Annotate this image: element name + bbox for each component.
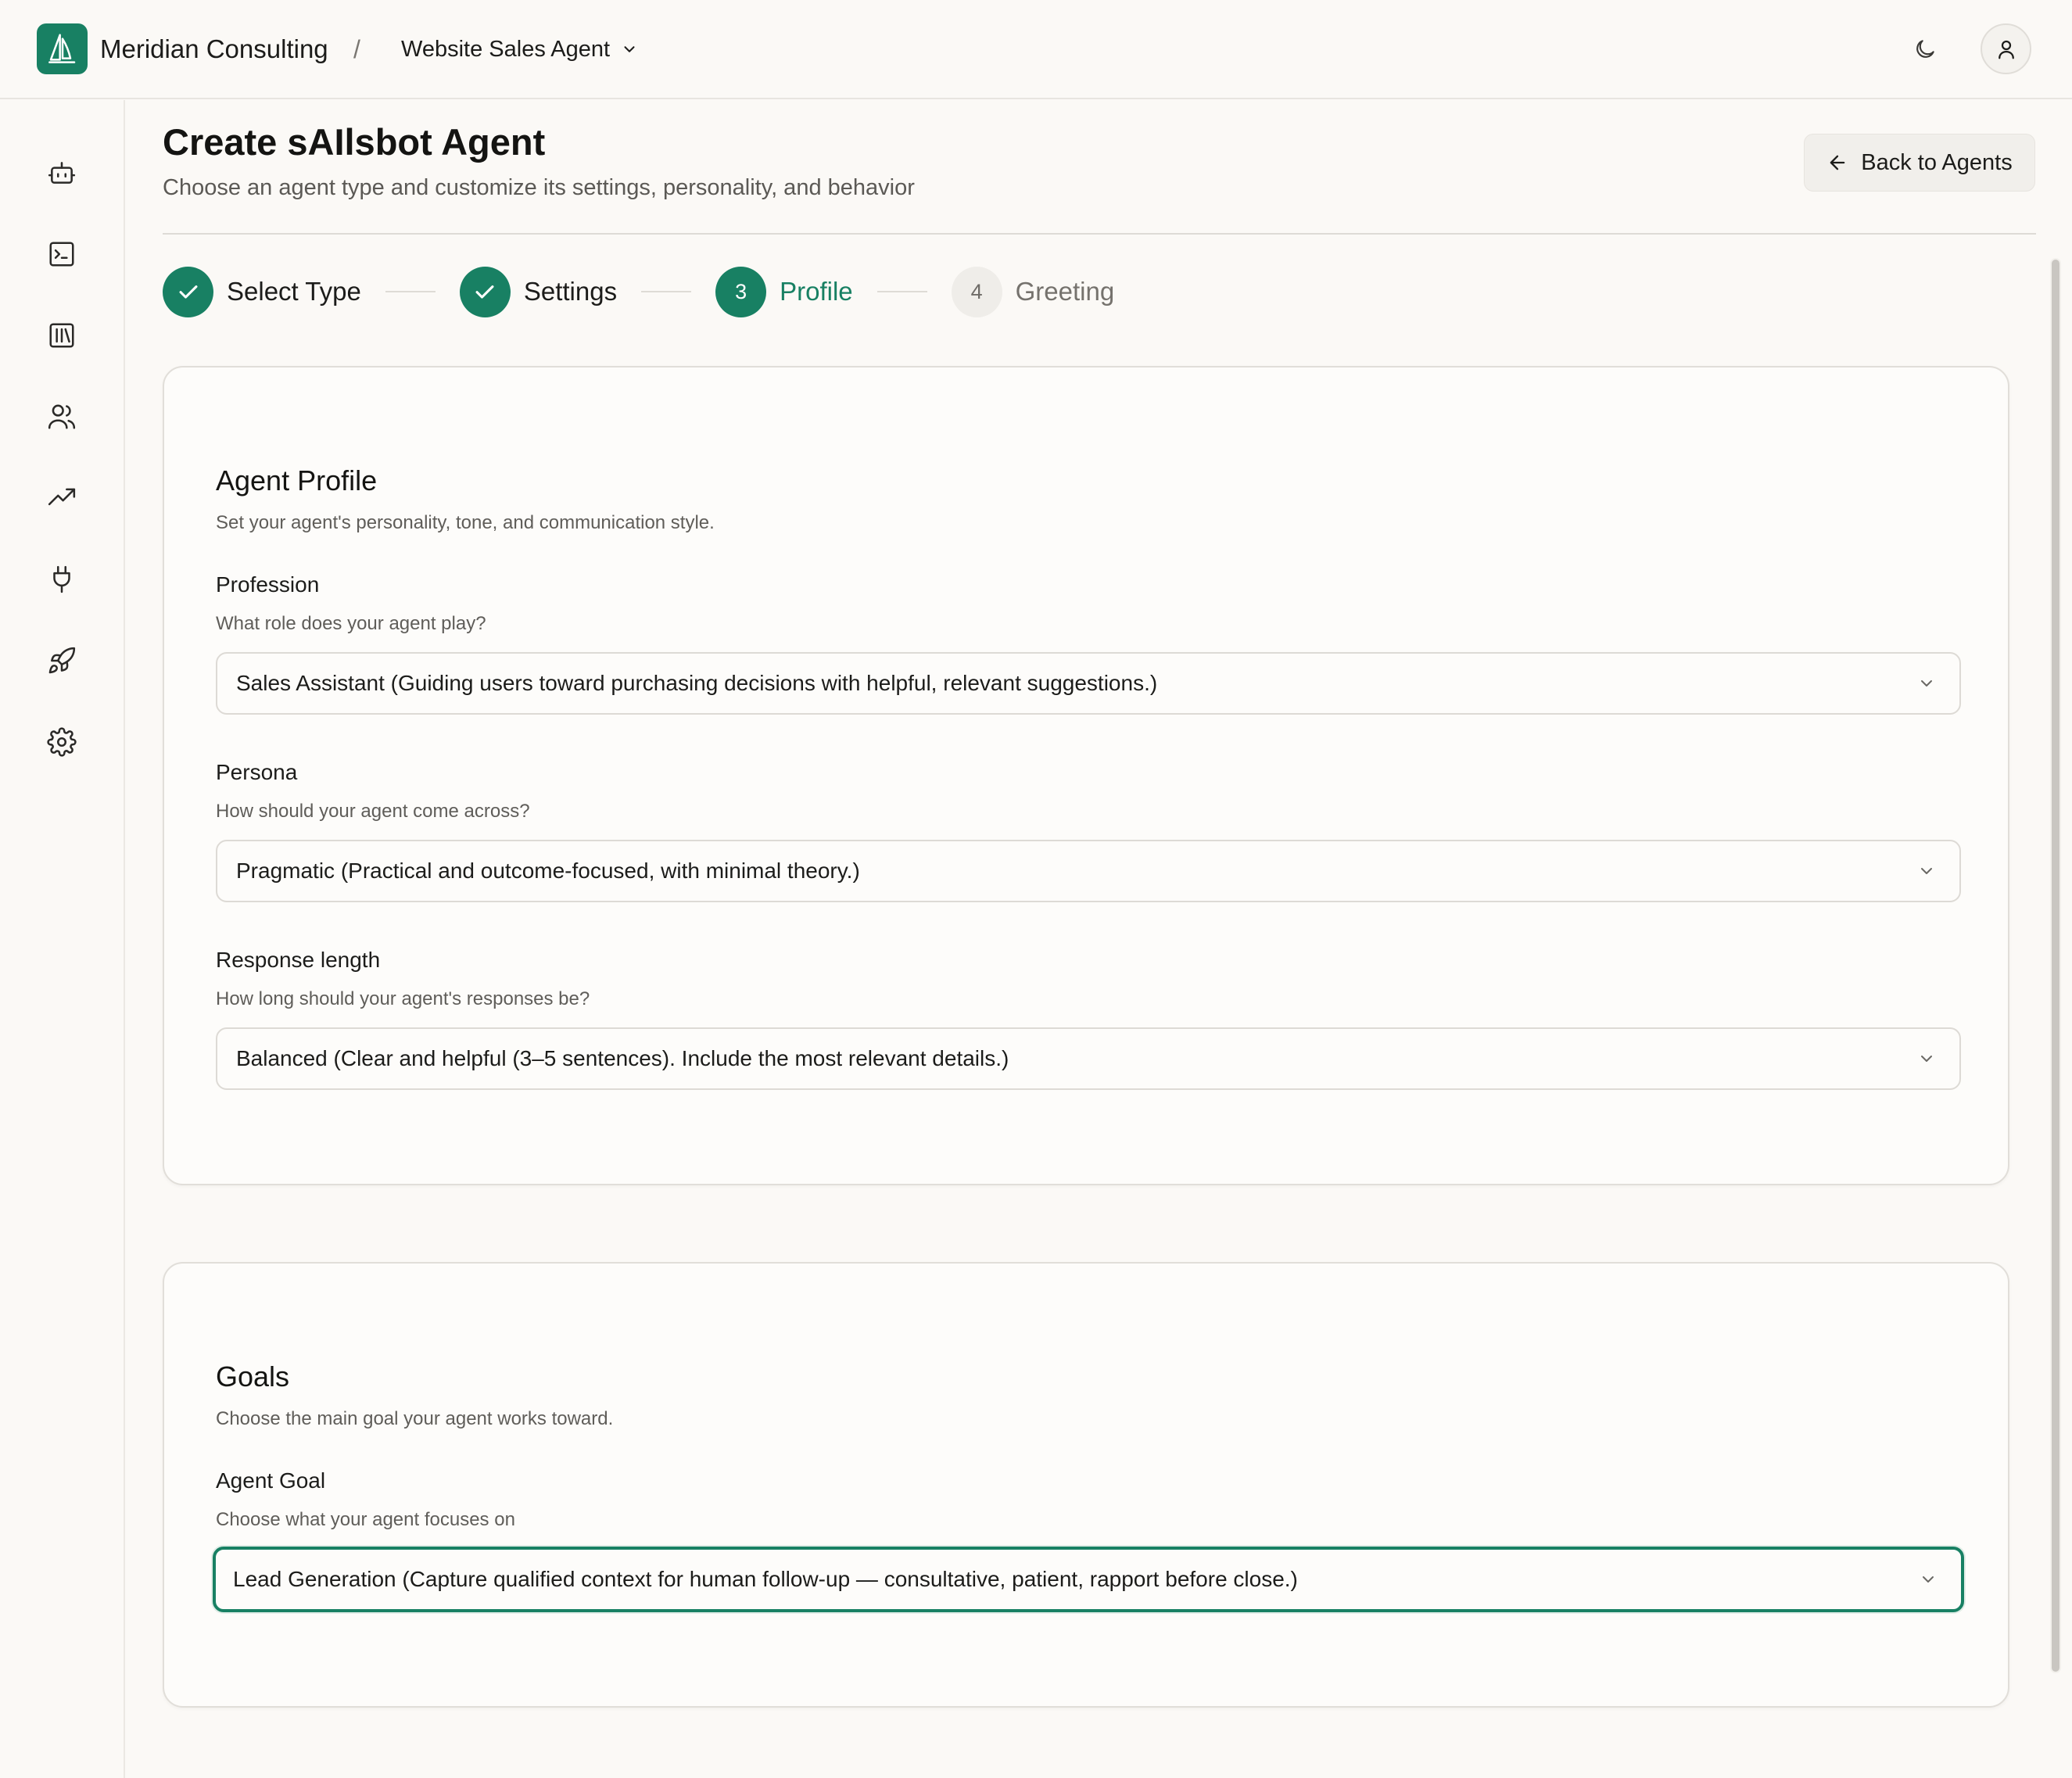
page-title: Create sAIlsbot Agent xyxy=(163,121,546,163)
agent-selector[interactable]: Website Sales Agent xyxy=(401,31,638,67)
step-1-check xyxy=(163,266,213,317)
step-2-label: Settings xyxy=(523,277,618,306)
sidebar-item-library[interactable] xyxy=(39,313,84,358)
step-4-number: 4 xyxy=(951,266,1002,317)
step-2-check xyxy=(459,266,511,317)
bot-icon xyxy=(47,158,77,188)
back-to-agents-button[interactable]: Back to Agents xyxy=(1804,134,2035,192)
agent-goal-label: Agent Goal xyxy=(216,1468,326,1493)
agent-goal-value: Lead Generation (Capture qualified conte… xyxy=(233,1567,1298,1591)
profession-value: Sales Assistant (Guiding users toward pu… xyxy=(236,671,1158,695)
rocket-icon xyxy=(47,646,77,676)
dark-mode-toggle[interactable] xyxy=(1908,31,1942,67)
breadcrumb-separator: / xyxy=(353,35,360,63)
step-profile[interactable]: 3 Profile xyxy=(715,266,853,317)
plug-icon xyxy=(47,565,77,594)
persona-hint: How should your agent come across? xyxy=(216,801,530,822)
sidebar xyxy=(0,100,125,1778)
check-icon xyxy=(471,278,498,305)
goals-title: Goals xyxy=(216,1360,290,1393)
moon-icon xyxy=(1912,37,1938,62)
user-avatar-button[interactable] xyxy=(1981,23,2031,74)
step-3-number: 3 xyxy=(715,266,767,317)
step-4-label: Greeting xyxy=(1015,277,1115,306)
chevron-down-icon xyxy=(1917,674,1936,693)
terminal-icon xyxy=(47,239,77,269)
goals-description: Choose the main goal your agent works to… xyxy=(216,1408,614,1429)
agent-goal-select[interactable]: Lead Generation (Capture qualified conte… xyxy=(213,1547,1964,1612)
stepper: Select Type Settings 3 Profile 4 Greetin… xyxy=(163,266,1114,317)
back-to-agents-label: Back to Agents xyxy=(1861,149,2013,175)
sidebar-item-users[interactable] xyxy=(39,394,84,439)
sidebar-item-settings[interactable] xyxy=(39,719,84,765)
agent-goal-hint: Choose what your agent focuses on xyxy=(216,1509,515,1530)
brand-name[interactable]: Meridian Consulting xyxy=(100,31,328,67)
agent-profile-description: Set your agent's personality, tone, and … xyxy=(216,512,715,533)
persona-select[interactable]: Pragmatic (Practical and outcome-focused… xyxy=(216,840,1961,902)
persona-label: Persona xyxy=(216,760,298,784)
goals-card: Goals Choose the main goal your agent wo… xyxy=(163,1262,2009,1708)
settings-icon xyxy=(47,727,77,757)
user-icon xyxy=(1995,38,2018,61)
profession-hint: What role does your agent play? xyxy=(216,613,486,634)
sidebar-item-console[interactable] xyxy=(39,231,84,277)
users-icon xyxy=(47,402,77,432)
arrow-left-icon xyxy=(1826,152,1848,174)
sidebar-item-analytics[interactable] xyxy=(39,475,84,521)
chevron-down-icon xyxy=(1917,862,1936,880)
sidebar-item-deploy[interactable] xyxy=(39,638,84,683)
brand-logo-icon[interactable] xyxy=(37,23,88,74)
step-3-label: Profile xyxy=(780,277,853,306)
sidebar-item-agents[interactable] xyxy=(39,150,84,195)
profession-select[interactable]: Sales Assistant (Guiding users toward pu… xyxy=(216,652,1961,715)
library-icon xyxy=(47,321,77,350)
header-divider xyxy=(163,233,2036,235)
response-length-select[interactable]: Balanced (Clear and helpful (3–5 sentenc… xyxy=(216,1027,1961,1090)
response-length-label: Response length xyxy=(216,948,381,972)
agent-profile-card: Agent Profile Set your agent's personali… xyxy=(163,366,2009,1185)
top-bar: Meridian Consulting / Website Sales Agen… xyxy=(0,0,2072,99)
step-1-label: Select Type xyxy=(227,277,361,306)
step-connector xyxy=(641,291,692,292)
chevron-down-icon xyxy=(621,41,638,58)
chevron-down-icon xyxy=(1919,1570,1938,1589)
main-content: Create sAIlsbot Agent Choose an agent ty… xyxy=(127,100,2042,1778)
step-connector xyxy=(876,291,927,292)
chevron-down-icon xyxy=(1917,1049,1936,1068)
profession-label: Profession xyxy=(216,572,320,597)
agent-profile-title: Agent Profile xyxy=(216,464,378,496)
step-select-type[interactable]: Select Type xyxy=(163,266,361,317)
check-icon xyxy=(175,278,202,305)
persona-value: Pragmatic (Practical and outcome-focused… xyxy=(236,859,860,883)
sidebar-item-integrations[interactable] xyxy=(39,557,84,602)
response-length-value: Balanced (Clear and helpful (3–5 sentenc… xyxy=(236,1046,1009,1070)
step-connector xyxy=(385,291,436,292)
scrollbar-thumb[interactable] xyxy=(2052,260,2059,1672)
trending-up-icon xyxy=(47,483,77,513)
response-length-hint: How long should your agent's responses b… xyxy=(216,988,590,1009)
step-settings[interactable]: Settings xyxy=(459,266,618,317)
step-greeting[interactable]: 4 Greeting xyxy=(951,266,1115,317)
agent-selector-label: Website Sales Agent xyxy=(401,36,611,62)
page-subtitle: Choose an agent type and customize its s… xyxy=(163,175,915,200)
